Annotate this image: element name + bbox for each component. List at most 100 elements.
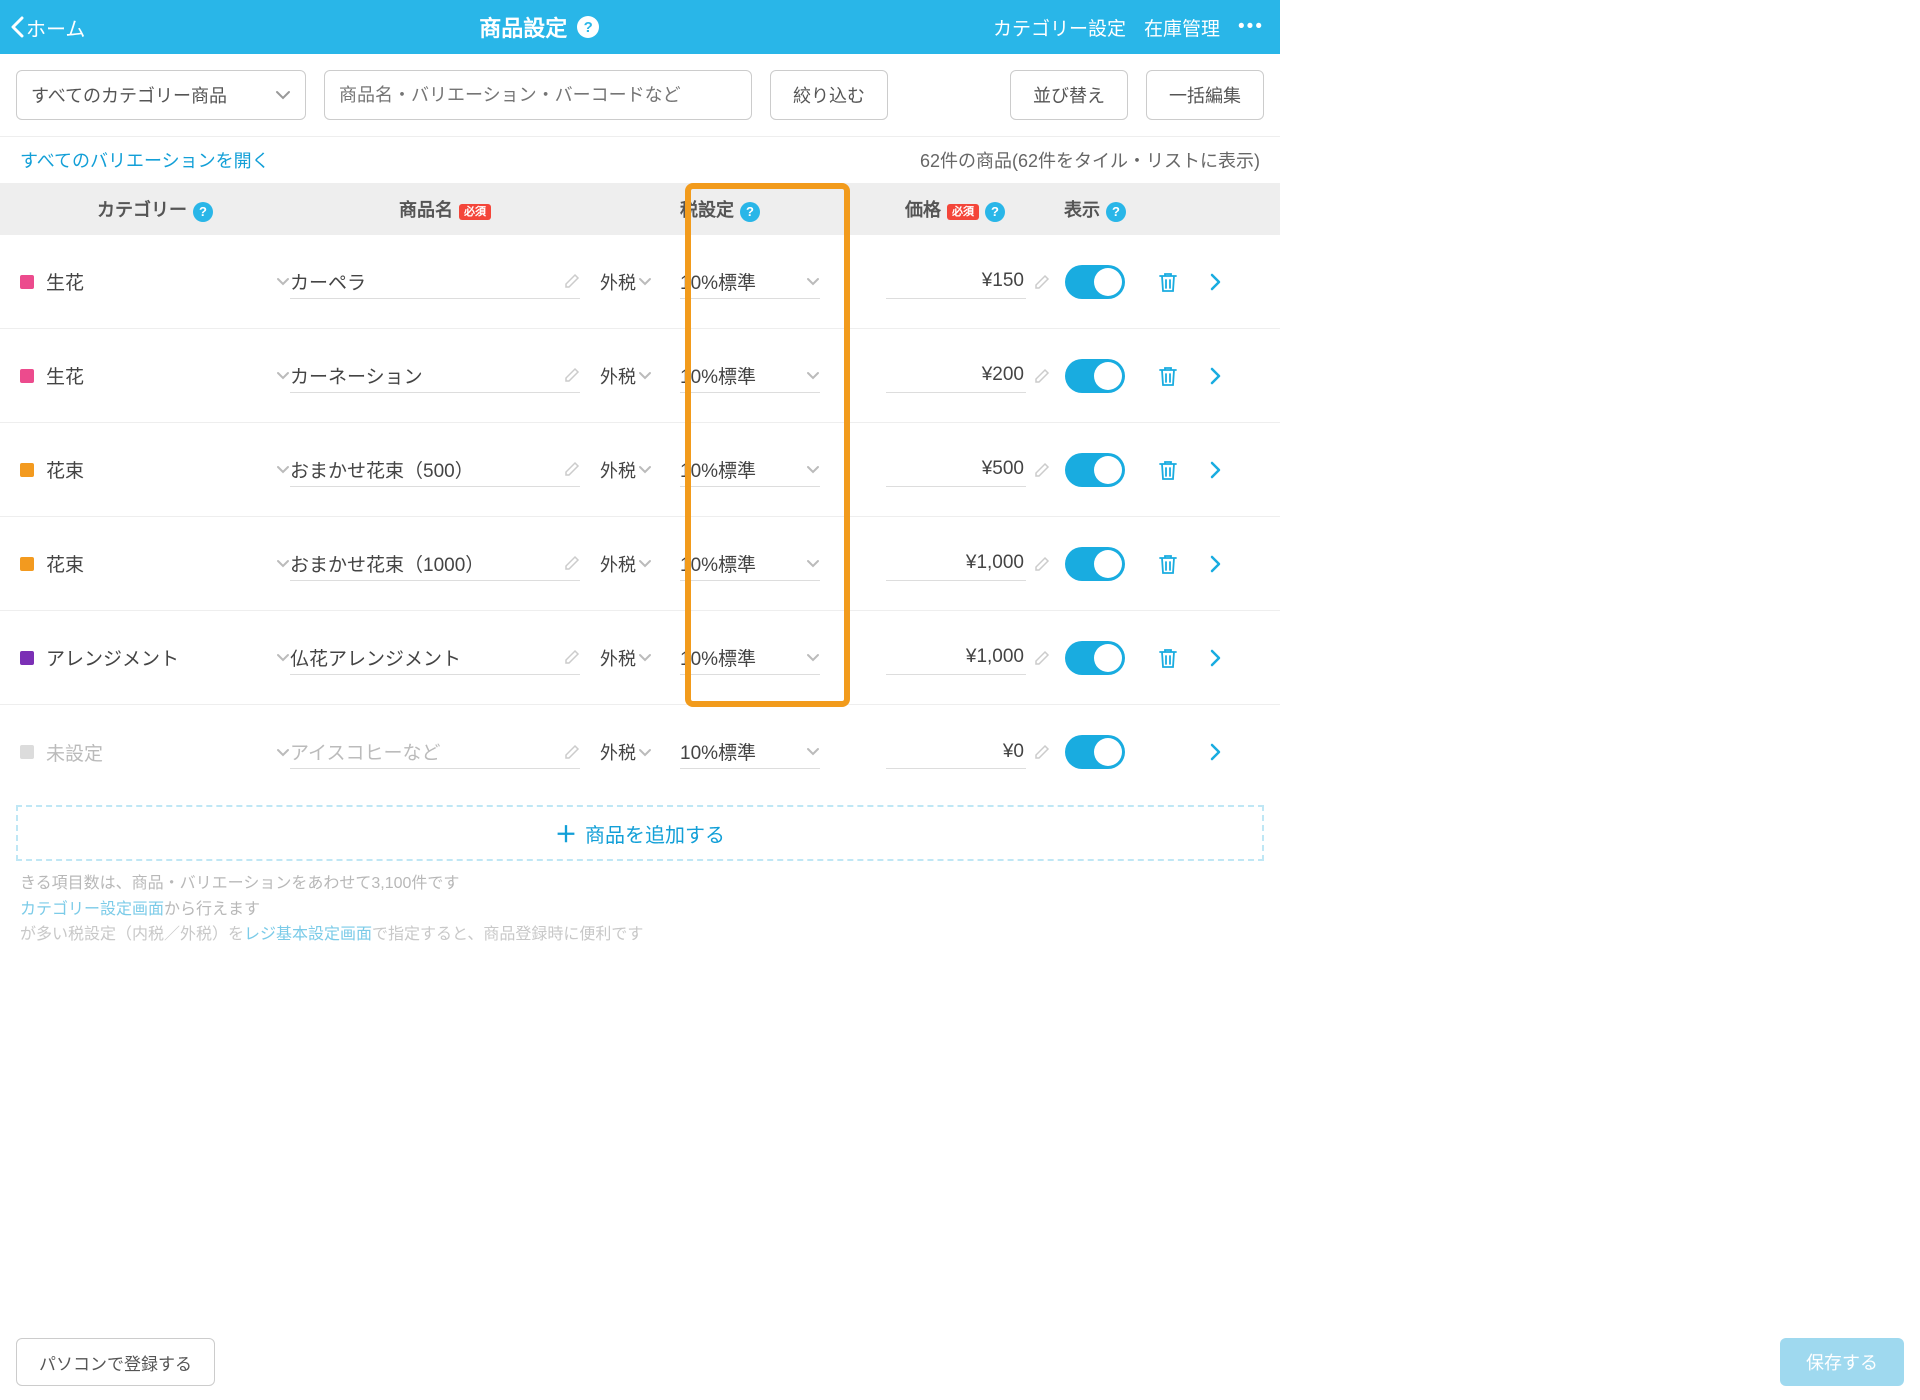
search-input[interactable] xyxy=(339,85,737,106)
display-toggle[interactable] xyxy=(1065,453,1125,487)
expand-variations-link[interactable]: すべてのバリエーションを開く xyxy=(20,147,270,173)
delete-button[interactable] xyxy=(1140,552,1195,576)
category-swatch xyxy=(20,745,34,759)
tax-mode-label: 外税 xyxy=(600,363,636,389)
row-expand-button[interactable] xyxy=(1195,743,1235,761)
product-name-cell[interactable]: おまかせ花束（500） xyxy=(290,453,600,487)
delete-button[interactable] xyxy=(1140,364,1195,388)
category-settings-link[interactable]: カテゴリー設定画面 xyxy=(20,901,164,918)
pencil-icon xyxy=(564,649,580,665)
tax-rate-cell[interactable]: 10%標準 xyxy=(670,641,860,675)
display-toggle[interactable] xyxy=(1065,735,1125,769)
header-category: カテゴリー? xyxy=(20,196,290,222)
table-row: 生花カーネーション 外税 10%標準 ¥200 xyxy=(0,329,1280,423)
product-name-cell[interactable]: おまかせ花束（1000） xyxy=(290,547,600,581)
tax-rate-cell[interactable]: 10%標準 xyxy=(670,547,860,581)
category-swatch xyxy=(20,463,34,477)
price-cell[interactable]: ¥150 xyxy=(860,265,1050,299)
price-cell[interactable]: ¥1,000 xyxy=(860,641,1050,675)
row-expand-button[interactable] xyxy=(1195,555,1235,573)
category-cell[interactable]: 未設定 xyxy=(20,739,290,766)
display-toggle[interactable] xyxy=(1065,265,1125,299)
sort-button[interactable]: 並び替え xyxy=(1010,70,1128,120)
pencil-icon xyxy=(1034,556,1050,572)
category-cell[interactable]: 生花 xyxy=(20,362,290,389)
tax-mode-cell[interactable]: 外税 xyxy=(600,457,670,483)
tax-mode-cell[interactable]: 外税 xyxy=(600,645,670,671)
price-cell[interactable]: ¥500 xyxy=(860,453,1050,487)
table-row: アレンジメント仏花アレンジメント外税 10%標準¥1,000 xyxy=(0,611,1280,705)
product-name-cell[interactable]: カーネーション xyxy=(290,359,600,393)
chevron-down-icon xyxy=(806,277,820,286)
nav-stock-management[interactable]: 在庫管理 xyxy=(1144,14,1220,41)
delete-button[interactable] xyxy=(1140,270,1195,294)
product-name-cell[interactable]: アイスコヒーなど xyxy=(290,735,600,769)
tax-mode-cell[interactable]: 外税 xyxy=(600,739,670,765)
chevron-left-icon xyxy=(10,16,24,38)
tax-rate-cell[interactable]: 10%標準 xyxy=(670,453,860,487)
category-name: 花束 xyxy=(46,550,264,577)
add-product-label: 商品を追加する xyxy=(585,819,725,848)
row-expand-button[interactable] xyxy=(1195,461,1235,479)
table-row: 花束おまかせ花束（500）外税10%標準 ¥500 xyxy=(0,423,1280,517)
nav-category-settings[interactable]: カテゴリー設定 xyxy=(993,14,1126,41)
product-name: おまかせ花束（1000） xyxy=(290,550,484,577)
tax-mode-label: 外税 xyxy=(600,551,636,577)
display-toggle[interactable] xyxy=(1065,359,1125,393)
price-cell[interactable]: ¥1,000 xyxy=(860,547,1050,581)
price-value: ¥500 xyxy=(982,458,1024,480)
category-cell[interactable]: アレンジメント xyxy=(20,644,290,671)
help-icon[interactable]: ? xyxy=(193,202,213,222)
tax-mode-label: 外税 xyxy=(600,269,636,295)
back-button[interactable]: ホーム xyxy=(10,13,85,42)
category-cell[interactable]: 花束 xyxy=(20,550,290,577)
tax-mode-label: 外税 xyxy=(600,645,636,671)
row-expand-button[interactable] xyxy=(1195,273,1235,291)
header-price: 価格必須? xyxy=(860,196,1050,222)
delete-button[interactable] xyxy=(1140,458,1195,482)
display-toggle[interactable] xyxy=(1065,641,1125,675)
help-icon[interactable]: ? xyxy=(577,16,599,38)
topbar: ホーム 商品設定 ? カテゴリー設定 在庫管理 ••• xyxy=(0,0,1280,54)
product-name-cell[interactable]: カーペラ xyxy=(290,265,600,299)
product-name-cell[interactable]: 仏花アレンジメント xyxy=(290,641,600,675)
register-settings-link[interactable]: レジ基本設定画面 xyxy=(244,926,372,943)
required-badge: 必須 xyxy=(947,204,979,220)
price-cell[interactable]: ¥200 xyxy=(860,359,1050,393)
table-row: 未設定アイスコヒーなど外税 10%標準¥0 xyxy=(0,705,1280,799)
category-cell[interactable]: 生花 xyxy=(20,268,290,295)
pencil-icon xyxy=(1034,462,1050,478)
tax-mode-cell[interactable]: 外税 xyxy=(600,363,670,389)
pencil-icon xyxy=(1034,274,1050,290)
chevron-down-icon xyxy=(276,465,290,474)
register-on-pc-button[interactable]: パソコンで登録する xyxy=(16,1338,215,1386)
tax-rate-cell[interactable]: 10%標準 xyxy=(670,735,860,769)
tax-rate: 10%標準 xyxy=(680,268,756,295)
pencil-icon xyxy=(564,555,580,571)
help-icon[interactable]: ? xyxy=(1106,202,1126,222)
save-button[interactable]: 保存する xyxy=(1780,1338,1904,1386)
help-icon[interactable]: ? xyxy=(985,202,1005,222)
row-expand-button[interactable] xyxy=(1195,649,1235,667)
add-product-button[interactable]: ＋ 商品を追加する xyxy=(16,805,1264,861)
item-count: 62件の商品(62件をタイル・リストに表示) xyxy=(920,147,1260,173)
pencil-icon xyxy=(564,273,580,289)
category-filter-dropdown[interactable]: すべてのカテゴリー商品 xyxy=(16,70,306,120)
row-expand-button[interactable] xyxy=(1195,367,1235,385)
tax-rate-cell[interactable]: 10%標準 xyxy=(670,359,860,393)
price-cell[interactable]: ¥0 xyxy=(860,735,1050,769)
delete-button[interactable] xyxy=(1140,646,1195,670)
category-cell[interactable]: 花束 xyxy=(20,456,290,483)
tax-mode-cell[interactable]: 外税 xyxy=(600,551,670,577)
tax-mode-label: 外税 xyxy=(600,739,636,765)
tax-rate: 10%標準 xyxy=(680,362,756,389)
header-tax: 税設定? xyxy=(670,196,860,222)
tax-rate-cell[interactable]: 10%標準 xyxy=(670,265,860,299)
bulk-edit-button[interactable]: 一括編集 xyxy=(1146,70,1264,120)
product-name: カーネーション xyxy=(290,362,423,389)
chevron-down-icon xyxy=(638,748,652,757)
tax-mode-cell[interactable]: 外税 xyxy=(600,269,670,295)
filter-button[interactable]: 絞り込む xyxy=(770,70,888,120)
help-icon[interactable]: ? xyxy=(740,202,760,222)
display-toggle[interactable] xyxy=(1065,547,1125,581)
